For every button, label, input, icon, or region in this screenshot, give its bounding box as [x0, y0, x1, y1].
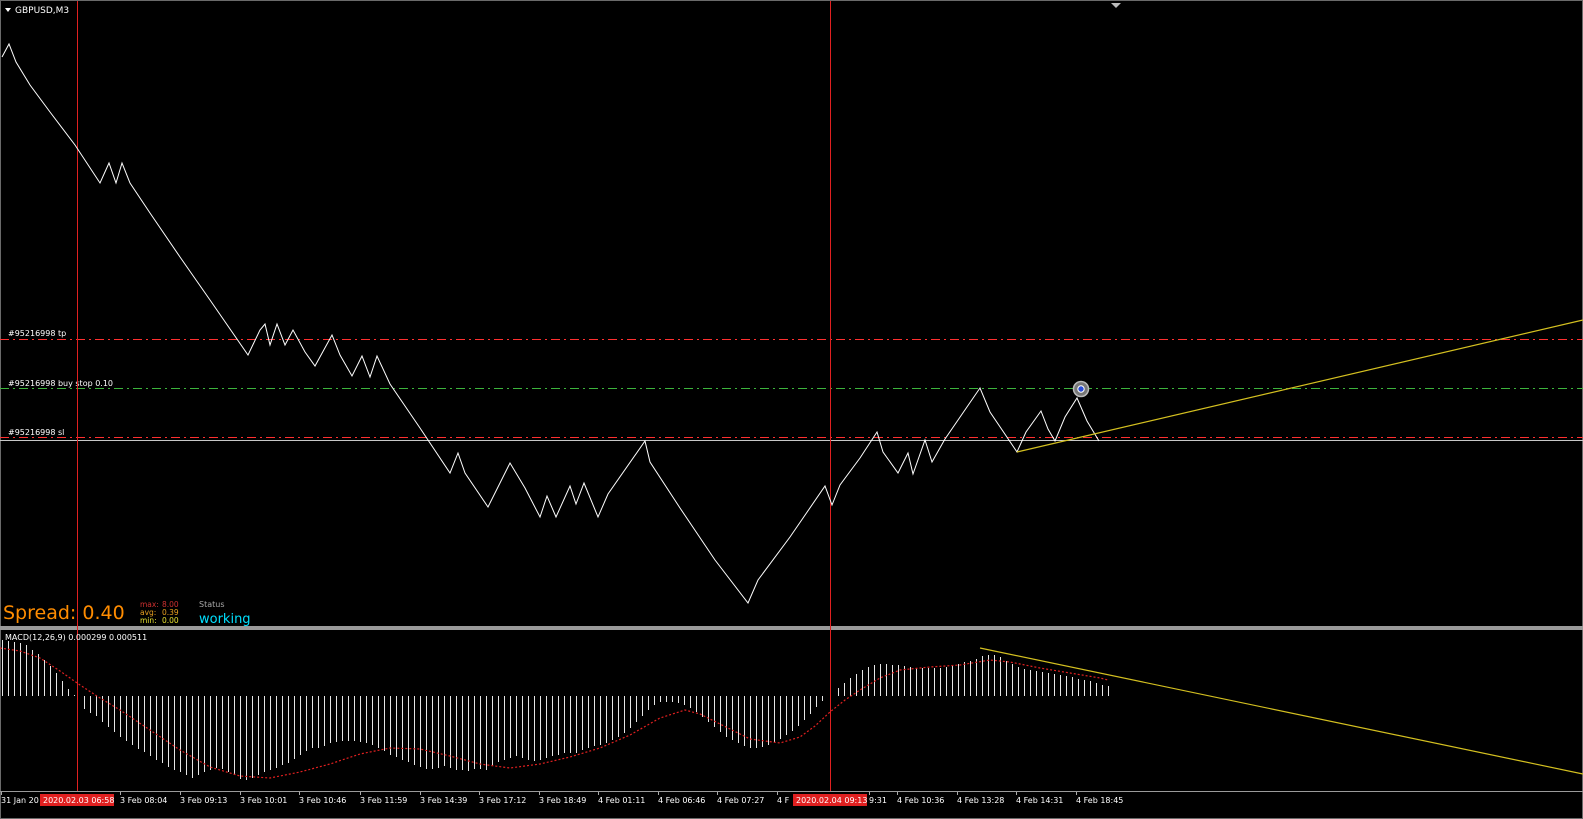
time-axis-label: 3 Feb 11:59 [360, 796, 407, 805]
time-axis-label: 4 Feb 06:46 [658, 796, 705, 805]
time-axis-label: 31 Jan 20 [1, 796, 39, 805]
time-axis-label: 3 Feb 17:12 [479, 796, 526, 805]
spread-min-value: 0.00 [162, 616, 179, 625]
order-drag-handle-center [1077, 385, 1085, 393]
time-axis-label: 3 Feb 10:01 [240, 796, 287, 805]
time-axis-label: 3 Feb 18:49 [539, 796, 586, 805]
status-label: Status [199, 600, 225, 609]
chart-frame [0, 0, 1583, 819]
time-axis-label: 9:31 [869, 796, 887, 805]
symbol-title: GBPUSD,M3 [15, 6, 69, 16]
macd-title: MACD(12,26,9) 0.000299 0.000511 [5, 633, 147, 642]
time-axis-label: 4 Feb 13:28 [957, 796, 1004, 805]
time-axis-label: 3 Feb 14:39 [420, 796, 467, 805]
spread-min-label: min: [140, 616, 157, 625]
time-axis-label: 3 Feb 08:04 [120, 796, 167, 805]
sl-label: #95216998 sl [8, 428, 64, 437]
time-axis-label: 4 Feb 07:27 [717, 796, 764, 805]
chart-window[interactable]: GBPUSD,M3 #95216998 tp #95216998 buy sto… [0, 0, 1583, 819]
time-axis-label: 4 Feb 10:36 [897, 796, 944, 805]
crosshair-2-date: 2020.02.04 09:13 [796, 796, 867, 805]
spread-value: Spread: 0.40 [3, 602, 125, 624]
crosshair-1-date: 2020.02.03 06:58 [43, 796, 114, 805]
buy-stop-label: #95216998 buy stop 0.10 [8, 379, 113, 388]
tp-label: #95216998 tp [8, 329, 66, 338]
time-axis-label: 4 Feb 01:11 [598, 796, 645, 805]
time-axis-label: 4 F [777, 796, 790, 805]
time-axis-label: 3 Feb 09:13 [180, 796, 227, 805]
time-axis-label: 4 Feb 14:31 [1016, 796, 1063, 805]
status-value: working [199, 612, 251, 627]
time-axis-label: 4 Feb 18:45 [1076, 796, 1123, 805]
time-axis-label: 3 Feb 10:46 [299, 796, 346, 805]
